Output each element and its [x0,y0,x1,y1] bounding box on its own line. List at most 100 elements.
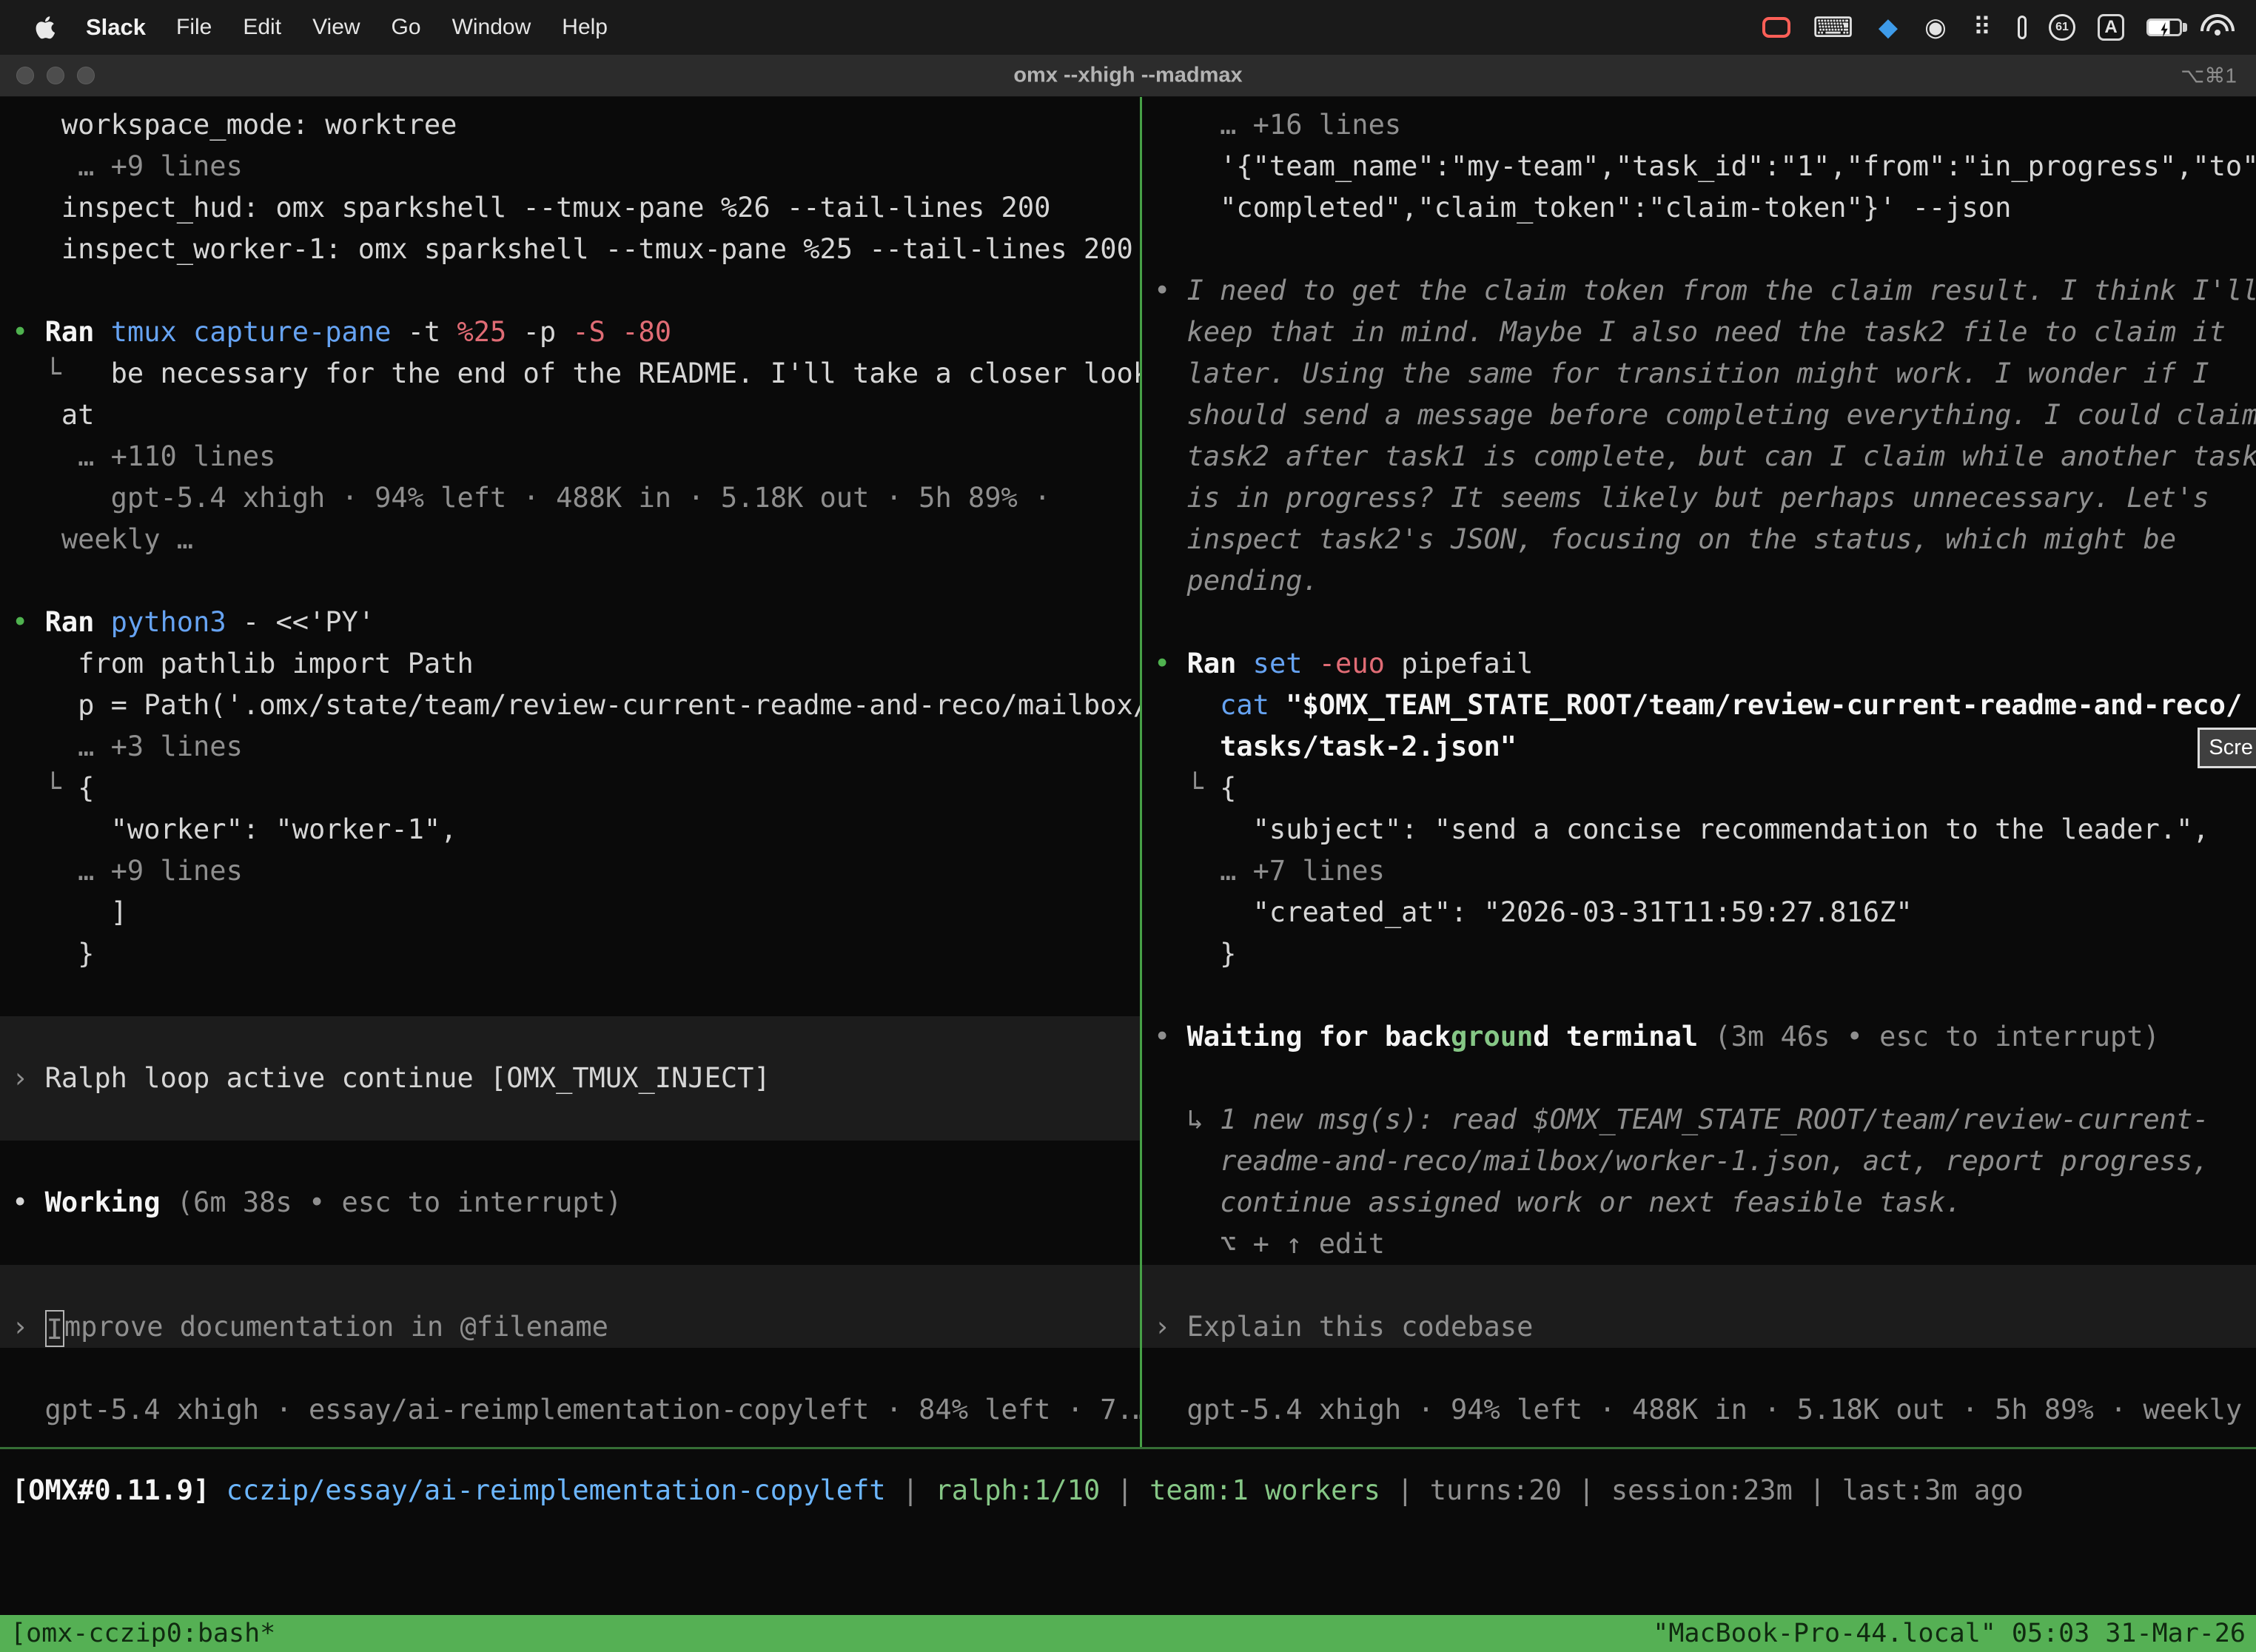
terminal-line: … +7 lines [1142,850,2256,892]
omx-status-line: [OMX#0.11.9] cczip/essay/ai-reimplementa… [0,1470,2256,1511]
terminal-line: weekly … [0,519,1140,560]
terminal-line: keep that in mind. Maybe I also need the… [1142,312,2256,353]
window-titlebar[interactable]: omx --xhigh --madmax ⌥⌘1 [0,55,2256,97]
working-status: • Working (6m 38s • esc to interrupt) [0,1182,1140,1223]
wifi-icon[interactable] [2215,30,2220,36]
text-segment: -S [572,316,622,348]
waiting-status: • Waiting for background terminal (3m 46… [1142,1016,2256,1058]
text-segment: Ralph loop active continue [OMX_TMUX_INJ… [45,1062,771,1094]
text-segment: I need to get the claim token from the c… [1187,275,2256,306]
terminal-line: "worker": "worker-1", [0,809,1140,850]
text-segment: weekly … [12,523,193,555]
text-segment: cat [1220,689,1286,721]
hud-segment: ralph:1/10 [935,1474,1100,1506]
mailbox-notice: ↳ 1 new msg(s): read $OMX_TEAM_STATE_ROO… [1142,1099,2256,1141]
terminal-line [1142,975,2256,1016]
terminal-line: … +9 lines [0,850,1140,892]
ralph-loop-banner: › Ralph loop active continue [OMX_TMUX_I… [0,1058,1140,1099]
sidebar-pill-icon[interactable] [2018,16,2027,39]
terminal-line [0,1141,1140,1182]
terminal-line: task2 after task1 is complete, but can I… [1142,436,2256,477]
zoom-button[interactable] [77,67,95,84]
terminal-line: workspace_mode: worktree [0,104,1140,146]
menu-view[interactable]: View [297,15,375,39]
text-segment: task2 after task1 is complete, but can I… [1154,440,2256,472]
tmux-status-bar: [omx-cczip0:bash* "MacBook-Pro-44.local"… [0,1615,2256,1652]
terminal-line: "completed","claim_token":"claim-token"}… [1142,187,2256,229]
text-segment: groun [1451,1021,1533,1052]
text-segment: (3m 46s • esc to interrupt) [1714,1021,2159,1052]
menu-window[interactable]: Window [437,15,547,39]
text-segment: Waiting for back [1187,1021,1451,1052]
text-segment: … +110 lines [12,440,275,472]
apple-menu-icon[interactable] [25,15,65,40]
terminal-line: '{"team_name":"my-team","task_id":"1","f… [1142,146,2256,187]
prompt-input[interactable]: › Improve documentation in @filename [0,1306,1140,1348]
menu-bar: Slack FileEditViewGoWindowHelp ⌨ ◆ ◉ ⠿ 61 A [0,0,2256,55]
tmux-panes: workspace_mode: worktree … +9 lines insp… [0,97,2256,1447]
input-source-icon[interactable]: A [2098,14,2124,41]
screen-recording-icon[interactable] [1762,17,1790,38]
desktop: Slack FileEditViewGoWindowHelp ⌨ ◆ ◉ ⠿ 61 A o… [0,0,2256,1652]
dots-grid-icon[interactable]: ⠿ [1970,10,1995,44]
terminal-line: ] [0,892,1140,933]
badge-61-icon[interactable]: 61 [2049,14,2075,41]
text-segment: later. Using the same for transition mig… [1154,357,2209,389]
menu-edit[interactable]: Edit [227,15,297,39]
text-segment: Explain this codebase [1187,1311,1534,1343]
terminal-line: inspect_worker-1: omx sparkshell --tmux-… [0,229,1140,270]
pane-divider-horizontal[interactable] [0,1447,2256,1449]
hud-segment: | [1562,1474,1611,1506]
text-segment: "completed","claim_token":"claim-token"}… [1154,192,2011,224]
text-segment: d terminal [1533,1021,1714,1052]
menu-help[interactable]: Help [546,15,623,39]
active-app-name[interactable]: Slack [71,14,161,41]
text-segment: … +9 lines [12,855,243,887]
text-segment: inspect_worker-1: omx sparkshell --tmux-… [12,233,1133,265]
terminal-line: … +16 lines [1142,104,2256,146]
battery-icon[interactable] [2146,19,2182,36]
dropbox-icon[interactable]: ◆ [1876,10,1901,44]
text-segment: keep that in mind. Maybe I also need the… [1154,316,2226,348]
terminal-line: tasks/task-2.json" [1142,726,2256,768]
text-segment: - <<'PY' [243,606,375,638]
menu-file[interactable]: File [161,15,227,39]
terminal-line [0,1016,1140,1058]
text-segment: } [1154,938,1236,970]
terminal-line: readme-and-reco/mailbox/worker-1.json, a… [1142,1141,2256,1182]
text-segment: { [78,772,94,804]
terminal-line [1142,1265,2256,1306]
apple-logo [36,15,55,40]
terminal-line: p = Path('.omx/state/team/review-current… [0,685,1140,726]
text-segment: 1 new msg(s): read $OMX_TEAM_STATE_ROOT/… [1220,1104,2209,1135]
text-segment: -t [408,316,457,348]
terminal-line: "subject": "send a concise recommendatio… [1142,809,2256,850]
terminal-line: "created_at": "2026-03-31T11:59:27.816Z" [1142,892,2256,933]
tmux-pane-left[interactable]: workspace_mode: worktree … +9 lines insp… [0,97,1140,1447]
terminal-line [0,270,1140,312]
tmux-session-name[interactable]: [omx-cczip0:bash* [10,1619,275,1648]
text-segment: -euo [1319,648,1401,679]
menu-go[interactable]: Go [376,15,437,39]
close-button[interactable] [16,67,34,84]
ran-command: • Ran tmux capture-pane -t %25 -p -S -80 [0,312,1140,353]
terminal-line: inspect_hud: omx sparkshell --tmux-pane … [0,187,1140,229]
app-circle-icon[interactable]: ◉ [1923,10,1948,44]
minimize-button[interactable] [47,67,64,84]
prompt-input[interactable]: › Explain this codebase [1142,1306,2256,1348]
text-segment: inspect task2's JSON, focusing on the st… [1154,523,2176,555]
terminal-line: └ be necessary for the end of the README… [0,353,1140,394]
hud-segment: | [1380,1474,1430,1506]
text-segment: pending. [1154,565,1319,597]
hud-segment: | [1100,1474,1149,1506]
window-shortcut-hint: ⌥⌘1 [2181,64,2237,88]
terminal-line [0,975,1140,1016]
text-segment: %25 [457,316,523,348]
screen-tooltip: Scre [2198,728,2256,768]
hud-segment: [OMX#0.11.9] [12,1474,226,1506]
text-segment: is in progress? It seems likely but perh… [1154,482,2209,514]
text-segment: (6m 38s • esc to interrupt) [177,1186,622,1218]
text-segment: p = Path('.omx/state/team/review-current… [12,689,1140,721]
keyboard-icon[interactable]: ⌨ [1813,10,1853,44]
tmux-pane-right[interactable]: … +16 lines '{"team_name":"my-team","tas… [1142,97,2256,1447]
